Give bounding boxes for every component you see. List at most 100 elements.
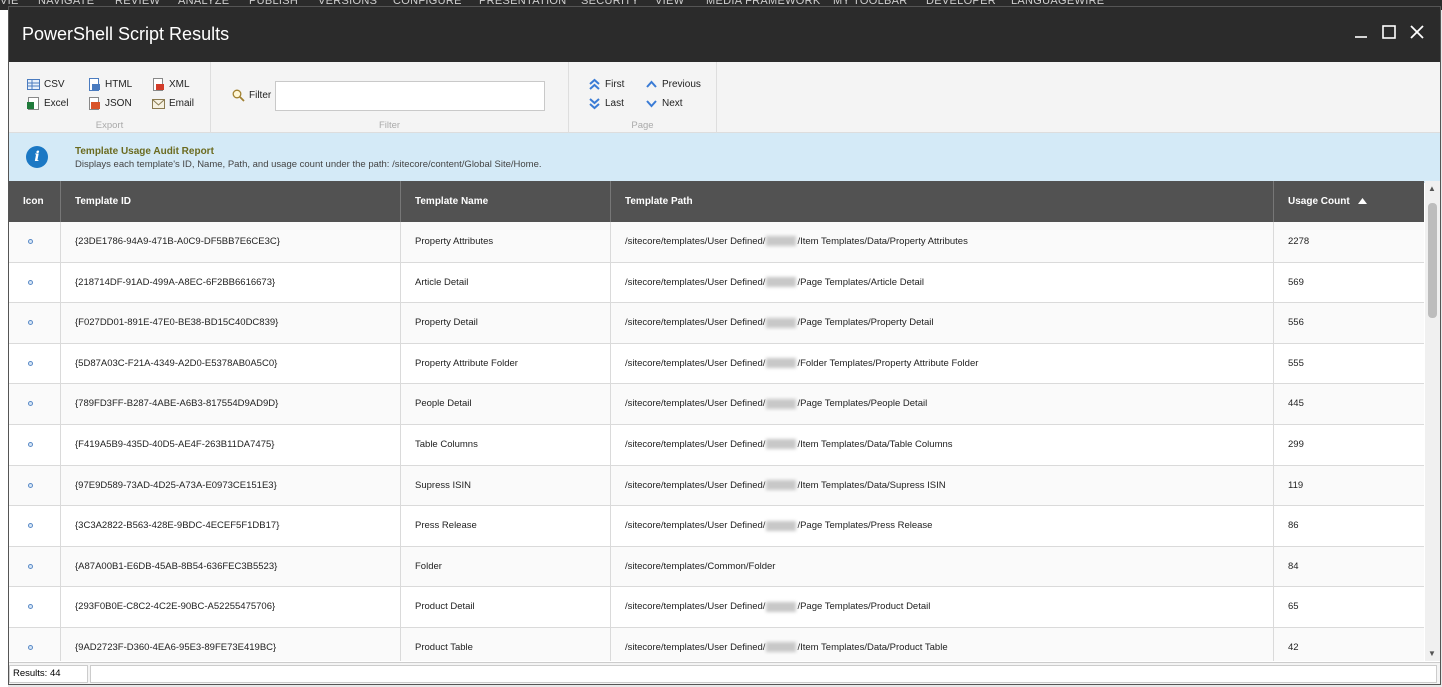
table-row[interactable]: {F027DD01-891E-47E0-BE38-BD15C40DC839} Pr… <box>9 303 1424 344</box>
template-icon <box>28 441 33 447</box>
template-id-cell: {A87A00B1-E6DB-45AB-8B54-636FEC3B5523} <box>60 546 400 587</box>
template-path-suffix: /Item Templates/Data/Product Table <box>797 641 948 653</box>
template-id-cell: {218714DF-91AD-499A-A8EC-6F2BB6616673} <box>60 262 400 303</box>
template-name-cell: Article Detail <box>400 262 610 303</box>
filter-input[interactable] <box>275 81 545 111</box>
table-row[interactable]: {F419A5B9-435D-40D5-AE4F-263B11DA7475} Ta… <box>9 424 1424 466</box>
template-icon <box>28 360 33 366</box>
template-path-cell: /sitecore/templates/User Defined/ /Page T… <box>610 506 1273 547</box>
template-path-suffix: /Page Templates/Property Detail <box>797 317 934 329</box>
report-info-banner: i Template Usage Audit Report Displays e… <box>9 133 1440 183</box>
template-id-cell: {F027DD01-891E-47E0-BE38-BD15C40DC839} <box>60 303 400 344</box>
redacted-segment <box>766 277 797 288</box>
chevron-down-icon <box>645 97 658 110</box>
template-path-cell: /sitecore/templates/User Defined/ /Folder… <box>610 343 1273 384</box>
table-row[interactable]: {218714DF-91AD-499A-A8EC-6F2BB6616673} Ar… <box>9 262 1424 304</box>
usage-count-cell: 299 <box>1273 424 1424 465</box>
table-row[interactable]: {789FD3FF-B287-4ABE-A6B3-817554D9AD9D} Pe… <box>9 384 1424 425</box>
template-name-cell: Folder <box>400 546 610 587</box>
sort-ascending-icon <box>1358 198 1368 205</box>
table-row[interactable]: {97E9D589-73AD-4D25-A73A-E0973CE151E3} Su… <box>9 465 1424 507</box>
export-excel-label: Excel <box>44 98 69 109</box>
template-id-cell: {5D87A03C-F21A-4349-A2D0-E5378AB0A5C0} <box>60 343 400 384</box>
json-icon <box>88 97 101 110</box>
template-path-cell: /sitecore/templates/User Defined/ /Item T… <box>610 627 1273 661</box>
icon-cell <box>9 587 60 627</box>
table-row[interactable]: {3C3A2822-B563-428E-9BDC-4ECEF5F1DB17} Pr… <box>9 506 1424 547</box>
last-page-button[interactable]: Last <box>588 97 624 110</box>
template-id-cell: {3C3A2822-B563-428E-9BDC-4ECEF5F1DB17} <box>60 506 400 547</box>
template-icon <box>28 644 33 650</box>
background-content-tree <box>0 10 8 687</box>
next-page-button[interactable]: Next <box>645 97 683 110</box>
template-path-prefix: /sitecore/templates/User Defined/ <box>625 601 766 613</box>
first-page-button[interactable]: First <box>588 78 624 91</box>
report-description: Displays each template's ID, Name, Path,… <box>75 159 542 170</box>
template-name-cell: Supress ISIN <box>400 465 610 506</box>
redacted-segment <box>766 480 797 491</box>
powershell-results-dialog: PowerShell Script Results CSV HTML XML E… <box>8 6 1441 685</box>
close-icon[interactable] <box>1407 23 1427 43</box>
template-path-cell: /sitecore/templates/User Defined/ /Page T… <box>610 262 1273 303</box>
page-group: First Last Previous Next Page <box>569 62 717 133</box>
redacted-segment <box>766 520 797 531</box>
table-row[interactable]: {A87A00B1-E6DB-45AB-8B54-636FEC3B5523} Fo… <box>9 546 1424 588</box>
table-row[interactable]: {293F0B0E-C8C2-4C2E-90BC-A52255475706} Pr… <box>9 587 1424 628</box>
export-xml-button[interactable]: XML <box>152 78 190 91</box>
column-header-template-path[interactable]: Template Path <box>610 181 1273 222</box>
export-json-button[interactable]: JSON <box>88 97 132 110</box>
export-html-label: HTML <box>105 79 133 90</box>
double-chevron-up-icon <box>588 78 601 91</box>
minimize-icon[interactable] <box>1351 23 1371 43</box>
column-header-icon[interactable]: Icon <box>9 181 60 222</box>
table-row[interactable]: {9AD2723F-D360-4EA6-95E3-89FE73E419BC} Pr… <box>9 627 1424 661</box>
filter-button[interactable]: Filter <box>232 89 271 102</box>
template-path-suffix: /Item Templates/Data/Table Columns <box>797 438 953 450</box>
template-name-cell: Product Detail <box>400 587 610 628</box>
template-path-suffix: /Page Templates/Product Detail <box>797 601 931 613</box>
previous-page-label: Previous <box>662 79 701 90</box>
column-header-usage-count[interactable]: Usage Count <box>1273 181 1424 222</box>
template-icon <box>28 563 33 569</box>
icon-cell <box>9 263 60 303</box>
template-path-cell: /sitecore/templates/User Defined/ /Page T… <box>610 587 1273 628</box>
excel-icon <box>27 97 40 110</box>
grid-vertical-scrollbar[interactable]: ▲ ▼ <box>1425 181 1440 661</box>
double-chevron-down-icon <box>588 97 601 110</box>
dialog-titlebar: PowerShell Script Results <box>9 7 1440 62</box>
table-row[interactable]: {23DE1786-94A9-471B-A0C9-DF5BB7E6CE3C} Pr… <box>9 222 1424 263</box>
template-id-cell: {9AD2723F-D360-4EA6-95E3-89FE73E419BC} <box>60 627 400 661</box>
export-csv-button[interactable]: CSV <box>27 78 65 91</box>
usage-count-cell: 65 <box>1273 587 1424 628</box>
template-path-suffix: /Item Templates/Data/Supress ISIN <box>797 479 946 491</box>
template-icon <box>28 238 33 244</box>
usage-count-cell: 86 <box>1273 506 1424 547</box>
previous-page-button[interactable]: Previous <box>645 78 701 91</box>
export-excel-button[interactable]: Excel <box>27 97 68 110</box>
scrollbar-thumb[interactable] <box>1428 203 1437 318</box>
results-count: Results: 44 <box>9 665 88 683</box>
column-header-template-id[interactable]: Template ID <box>60 181 400 222</box>
export-group: CSV HTML XML Excel JSON Email Export <box>9 62 211 133</box>
export-html-button[interactable]: HTML <box>88 78 132 91</box>
template-path-suffix: /Item Templates/Data/Property Attributes <box>797 236 968 247</box>
redacted-segment <box>766 642 797 653</box>
template-path-suffix: /Page Templates/People Detail <box>797 398 928 410</box>
scroll-up-arrow-icon[interactable]: ▲ <box>1428 184 1436 193</box>
template-path-cell: /sitecore/templates/User Defined/ /Page T… <box>610 303 1273 344</box>
template-id-cell: {97E9D589-73AD-4D25-A73A-E0973CE151E3} <box>60 465 400 506</box>
table-row[interactable]: {5D87A03C-F21A-4349-A2D0-E5378AB0A5C0} Pr… <box>9 343 1424 385</box>
export-email-button[interactable]: Email <box>152 97 194 110</box>
template-name-cell: Property Detail <box>400 303 610 344</box>
maximize-icon[interactable] <box>1379 23 1399 43</box>
xml-icon <box>152 78 165 91</box>
redacted-segment <box>766 317 797 328</box>
column-header-template-name[interactable]: Template Name <box>400 181 610 222</box>
last-page-label: Last <box>605 98 624 109</box>
next-page-label: Next <box>662 98 683 109</box>
usage-count-cell: 569 <box>1273 262 1424 303</box>
dialog-title: PowerShell Script Results <box>22 24 230 44</box>
template-path-cell: /sitecore/templates/User Defined/ /Item T… <box>610 222 1273 262</box>
scroll-down-arrow-icon[interactable]: ▼ <box>1428 649 1436 658</box>
icon-cell <box>9 628 60 661</box>
